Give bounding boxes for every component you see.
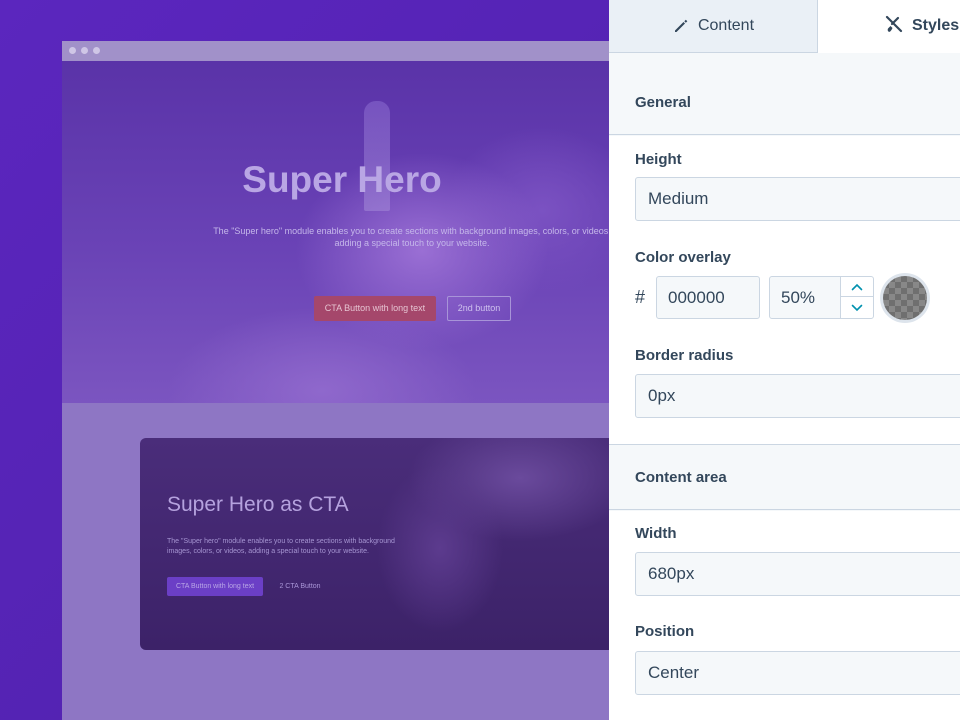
- settings-panel: Content Styles General Height Medium Col…: [609, 0, 960, 720]
- color-hex-input[interactable]: 000000: [656, 276, 760, 319]
- hero-cta-button[interactable]: CTA Button with long text: [314, 296, 436, 321]
- brush-icon: [884, 15, 903, 33]
- height-select[interactable]: Medium: [635, 177, 960, 221]
- opacity-stepper: [840, 276, 874, 319]
- tab-styles[interactable]: Styles: [818, 0, 960, 53]
- content-area-heading: Content area: [635, 469, 727, 486]
- hash-symbol: #: [635, 287, 646, 307]
- width-label: Width: [635, 525, 677, 542]
- width-input[interactable]: 680px: [635, 552, 960, 596]
- content-area-section-body: Width 680px Position Center: [609, 511, 960, 720]
- hero-title: Super Hero: [242, 159, 442, 200]
- content-area-section-header[interactable]: Content area: [609, 444, 960, 510]
- position-label: Position: [635, 623, 695, 640]
- cta-card-primary-button[interactable]: CTA Button with long text: [167, 577, 263, 596]
- hero-cta-card: Super Hero as CTA The "Super hero" modul…: [140, 438, 622, 650]
- height-label: Height: [635, 151, 682, 168]
- hero-second-button[interactable]: 2nd button: [447, 296, 511, 321]
- position-select[interactable]: Center: [635, 651, 960, 695]
- chevron-down-icon: [851, 299, 863, 317]
- color-swatch[interactable]: [883, 276, 927, 320]
- tab-styles-label: Styles: [912, 17, 960, 34]
- pencil-icon: [672, 17, 690, 35]
- tab-content-label: Content: [697, 17, 755, 34]
- tab-content[interactable]: Content: [609, 0, 818, 53]
- page-preview: Super Hero The "Super hero" module enabl…: [62, 41, 622, 720]
- browser-bar: [62, 41, 622, 61]
- window-dot: [93, 47, 100, 54]
- chevron-up-icon: [851, 278, 863, 296]
- hero-section: Super Hero The "Super hero" module enabl…: [62, 61, 622, 403]
- cta-card-description: The "Super hero" module enables you to c…: [167, 538, 395, 555]
- cta-card-secondary-button[interactable]: 2 CTA Button: [270, 577, 330, 596]
- general-section-body: Height Medium Color overlay # 000000 50%…: [609, 136, 960, 444]
- opacity-input[interactable]: 50%: [769, 276, 841, 319]
- opacity-decrease-button[interactable]: [841, 298, 873, 318]
- general-heading: General: [635, 94, 691, 111]
- general-section-header[interactable]: General: [609, 53, 960, 135]
- cta-card-title: Super Hero as CTA: [167, 493, 349, 516]
- border-radius-label: Border radius: [635, 347, 734, 364]
- opacity-increase-button[interactable]: [841, 277, 873, 297]
- window-dot: [69, 47, 76, 54]
- hero-description: The "Super hero" module enables you to c…: [213, 226, 611, 248]
- border-radius-input[interactable]: 0px: [635, 374, 960, 418]
- color-overlay-label: Color overlay: [635, 249, 731, 266]
- window-dot: [81, 47, 88, 54]
